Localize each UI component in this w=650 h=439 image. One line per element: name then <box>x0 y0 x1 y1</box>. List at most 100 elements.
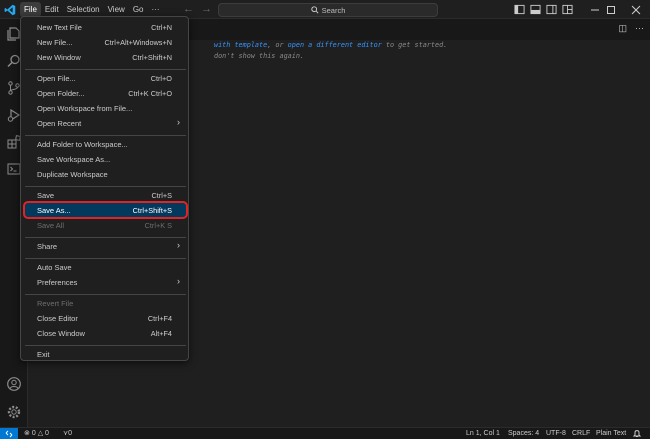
menu-item-label: Duplicate Workspace <box>37 169 108 179</box>
menu-item-save[interactable]: Save Ctrl+S <box>25 188 186 202</box>
menu-item-label: Open Recent <box>37 118 82 128</box>
eol-setting[interactable]: CRLF <box>572 429 590 439</box>
ports-indicator[interactable]: ⋎0 <box>63 429 72 439</box>
menu-item-save-workspace-as[interactable]: Save Workspace As... <box>25 152 186 166</box>
menu-item-close-editor[interactable]: Close Editor Ctrl+F4 <box>25 311 186 325</box>
toggle-primary-sidebar-icon[interactable] <box>514 4 525 15</box>
hint-text: , or <box>267 41 288 49</box>
menu-item-revert-file: Revert File <box>25 296 186 310</box>
menu-item-shortcut: Ctrl+N <box>151 22 172 32</box>
menu-item-label: Open Workspace from File... <box>37 103 133 113</box>
menu-item-open-recent[interactable]: Open Recent › <box>25 116 186 130</box>
ports-count: 0 <box>68 430 73 437</box>
menu-item-label: Preferences <box>37 277 78 287</box>
editor-actions: ◫ ··· <box>618 23 644 34</box>
customize-layout-icon[interactable] <box>562 4 573 15</box>
menu-item-preferences[interactable]: Preferences › <box>25 275 186 289</box>
menu-separator <box>25 258 186 259</box>
menu-item-shortcut: Ctrl+O <box>150 73 172 83</box>
hint-text: to get started. <box>381 41 448 49</box>
submenu-chevron-icon: › <box>177 276 180 286</box>
menu-item-label: Save Workspace As... <box>37 154 111 164</box>
menu-item-shortcut: Ctrl+Alt+Windows+N <box>104 37 172 47</box>
cursor-position[interactable]: Ln 1, Col 1 <box>466 429 500 439</box>
menu-selection[interactable]: Selection <box>63 2 104 17</box>
menu-item-close-window[interactable]: Close Window Alt+F4 <box>25 326 186 340</box>
toggle-secondary-sidebar-icon[interactable] <box>546 4 557 15</box>
menu-item-add-folder[interactable]: Add Folder to Workspace... <box>25 137 186 151</box>
toggle-panel-icon[interactable] <box>530 4 541 15</box>
menu-item-auto-save[interactable]: Auto Save <box>25 260 186 274</box>
menu-file[interactable]: File <box>20 2 41 17</box>
error-icon: ⊗ <box>24 430 30 437</box>
menu-item-duplicate-workspace[interactable]: Duplicate Workspace <box>25 167 186 181</box>
menu-more[interactable]: ··· <box>147 2 163 17</box>
menu-item-label: Save <box>37 190 55 200</box>
menu-item-label: Auto Save <box>37 262 72 272</box>
menu-item-save-all: Save All Ctrl+K S <box>25 218 186 232</box>
menu-item-save-as[interactable]: Save As... Ctrl+Shift+S <box>23 201 188 219</box>
language-mode[interactable]: Plain Text <box>596 429 626 439</box>
menu-item-label: New File... <box>37 37 73 47</box>
open-different-editor-link[interactable]: open a different editor <box>288 41 382 49</box>
menu-bar: File Edit Selection View Go ··· <box>20 2 163 17</box>
close-icon <box>631 5 641 14</box>
more-actions-icon[interactable]: ··· <box>635 23 644 34</box>
menu-item-shortcut: Alt+F4 <box>150 328 172 338</box>
menu-item-label: Open File... <box>37 73 76 83</box>
menu-item-label: Share <box>37 241 58 251</box>
menu-view[interactable]: View <box>104 2 129 17</box>
menu-edit[interactable]: Edit <box>41 2 63 17</box>
menu-item-shortcut: Ctrl+Shift+S <box>132 205 172 215</box>
settings-gear-icon[interactable] <box>6 404 22 420</box>
menu-separator <box>25 294 186 295</box>
accounts-icon[interactable] <box>6 376 22 392</box>
menu-item-label: Open Folder... <box>37 88 85 98</box>
menu-item-open-file[interactable]: Open File... Ctrl+O <box>25 71 186 85</box>
remote-indicator-button[interactable] <box>0 428 18 439</box>
back-arrow-icon[interactable]: ← <box>183 3 194 15</box>
editor-hint-line-2: don't show this again. <box>214 52 304 60</box>
menu-item-open-folder[interactable]: Open Folder... Ctrl+K Ctrl+O <box>25 86 186 100</box>
menu-item-label: New Window <box>37 52 81 62</box>
notifications-bell-icon[interactable] <box>632 429 642 439</box>
submenu-chevron-icon: › <box>177 117 180 127</box>
menu-separator <box>25 69 186 70</box>
menu-item-new-text-file[interactable]: New Text File Ctrl+N <box>25 20 186 34</box>
menu-separator <box>25 186 186 187</box>
forward-arrow-icon[interactable]: → <box>201 3 212 15</box>
status-bar: ⊗ 0 △ 0 ⋎0 Ln 1, Col 1 Spaces: 4 UTF-8 C… <box>0 427 650 439</box>
editor-hint-line-1: with template, or open a different edito… <box>214 41 447 49</box>
menu-item-exit[interactable]: Exit <box>25 347 186 361</box>
menu-go[interactable]: Go <box>129 2 148 17</box>
maximize-button[interactable] <box>597 0 625 19</box>
search-icon <box>310 6 319 14</box>
menu-item-share[interactable]: Share › <box>25 239 186 253</box>
menu-item-label: Revert File <box>37 298 74 308</box>
menu-item-open-workspace[interactable]: Open Workspace from File... <box>25 101 186 115</box>
close-window-button[interactable] <box>622 0 650 19</box>
menu-item-shortcut: Ctrl+Shift+N <box>132 52 172 62</box>
menu-item-label: Close Editor <box>37 313 78 323</box>
split-editor-icon[interactable]: ◫ <box>618 23 627 34</box>
menu-item-new-file[interactable]: New File... Ctrl+Alt+Windows+N <box>25 35 186 49</box>
command-center-search[interactable]: Search <box>218 3 438 17</box>
menu-item-shortcut: Ctrl+K Ctrl+O <box>128 88 172 98</box>
menu-item-new-window[interactable]: New Window Ctrl+Shift+N <box>25 50 186 64</box>
dont-show-link[interactable]: don't show <box>214 52 255 60</box>
menu-separator <box>25 345 186 346</box>
menu-separator <box>25 135 186 136</box>
submenu-chevron-icon: › <box>177 240 180 250</box>
encoding-setting[interactable]: UTF-8 <box>546 429 566 439</box>
menu-item-label: Exit <box>37 349 50 359</box>
menu-item-shortcut: Ctrl+S <box>151 190 172 200</box>
menu-item-label: Close Window <box>37 328 85 338</box>
search-label: Search <box>321 5 346 15</box>
menu-item-label: Add Folder to Workspace... <box>37 139 128 149</box>
indentation-setting[interactable]: Spaces: 4 <box>508 429 539 439</box>
select-language-template-link[interactable]: with template <box>214 41 267 49</box>
remote-icon <box>5 430 13 437</box>
menu-item-shortcut: Ctrl+F4 <box>147 313 172 323</box>
menu-item-label: Save All <box>37 220 65 230</box>
problems-indicator[interactable]: ⊗ 0 △ 0 <box>24 429 49 439</box>
